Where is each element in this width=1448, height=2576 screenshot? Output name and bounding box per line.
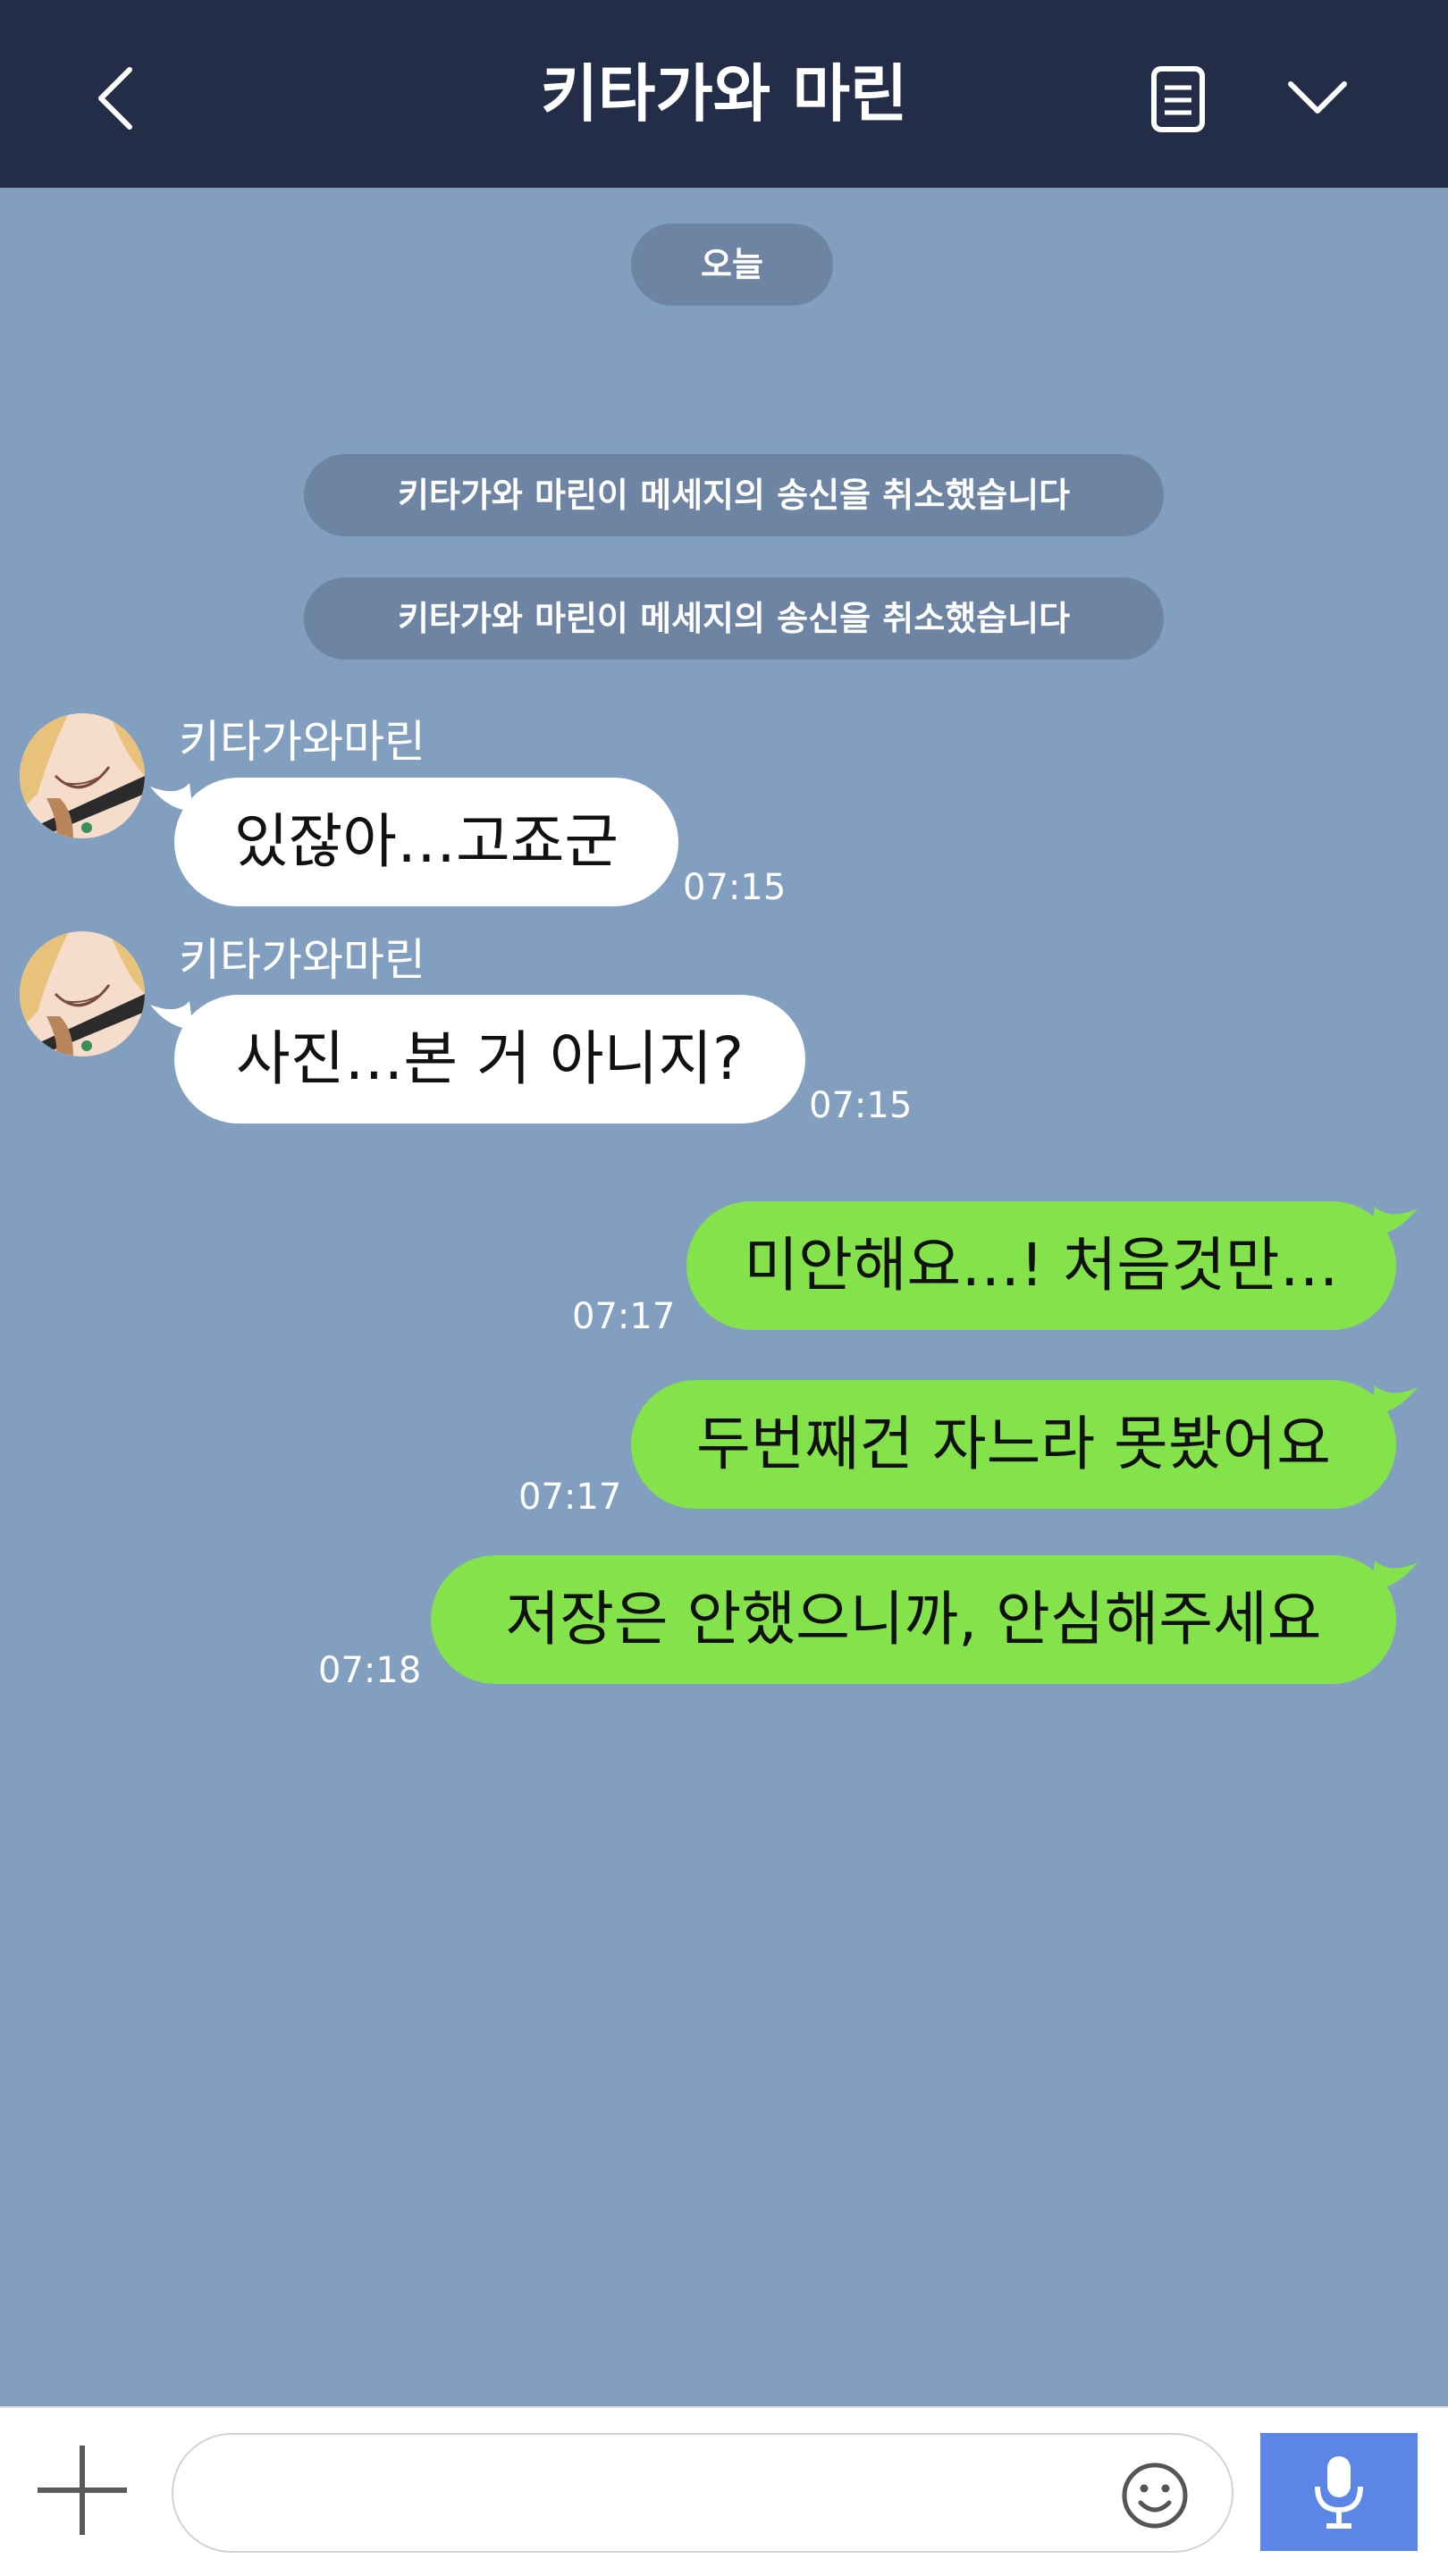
message-bubble-outgoing[interactable]: 미안해요…! 처음것만… <box>686 1201 1396 1330</box>
bubble-tail <box>1371 1561 1418 1591</box>
avatar-image <box>20 713 145 838</box>
menu-dropdown-button[interactable] <box>1285 75 1350 120</box>
emoji-button[interactable] <box>1119 2460 1191 2531</box>
voice-input-button[interactable] <box>1260 2433 1418 2551</box>
message-bubble-outgoing[interactable]: 저장은 안했으니까, 안심해주세요 <box>431 1555 1396 1684</box>
avatar[interactable] <box>20 931 145 1056</box>
system-notice: 키타가와 마린이 메세지의 송신을 취소했습니다 <box>304 454 1164 536</box>
message-time: 07:18 <box>318 1650 422 1691</box>
chat-header: 키타가와 마린 <box>0 0 1448 188</box>
sender-name: 키타가와마린 <box>179 716 425 768</box>
message-time: 07:15 <box>809 1085 913 1126</box>
avatar-image <box>20 931 145 1056</box>
chevron-down-icon <box>1288 81 1347 114</box>
plus-icon <box>38 2446 127 2535</box>
message-time: 07:15 <box>683 867 787 908</box>
chat-title: 키타가와 마린 <box>540 57 908 130</box>
notes-icon <box>1151 66 1205 132</box>
bubble-tail <box>1371 1207 1418 1237</box>
message-bubble-outgoing[interactable]: 두번째건 자느라 못봤어요 <box>631 1380 1396 1509</box>
message-time: 07:17 <box>572 1296 676 1337</box>
message-time: 07:17 <box>518 1477 622 1518</box>
date-divider: 오늘 <box>631 223 833 306</box>
add-attachment-button[interactable] <box>32 2440 132 2540</box>
message-bubble-incoming[interactable]: 사진…본 거 아니지? <box>174 995 805 1124</box>
system-notice: 키타가와 마린이 메세지의 송신을 취소했습니다 <box>304 577 1164 660</box>
message-input[interactable] <box>172 2433 1233 2553</box>
avatar[interactable] <box>20 713 145 838</box>
bubble-tail <box>1371 1385 1418 1416</box>
smiley-icon <box>1122 2462 1188 2529</box>
sender-name: 키타가와마린 <box>179 934 425 986</box>
notes-button[interactable] <box>1149 64 1208 134</box>
message-bubble-incoming[interactable]: 있잖아…고죠군 <box>174 778 678 906</box>
microphone-icon <box>1315 2456 1363 2529</box>
